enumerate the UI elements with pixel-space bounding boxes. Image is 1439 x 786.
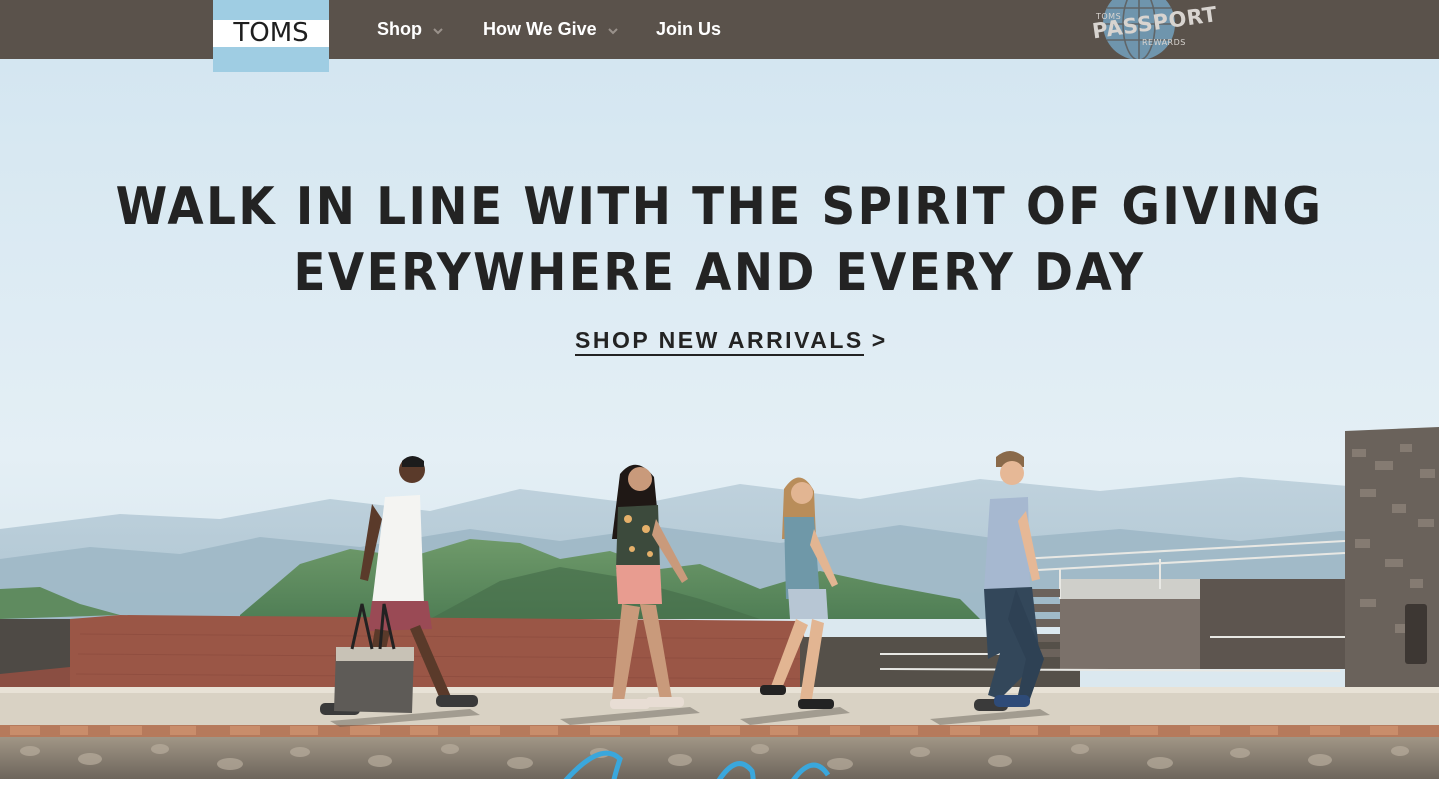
logo-wordmark: TOMS	[233, 18, 309, 48]
cta-label: SHOP NEW ARRIVALS	[575, 327, 864, 356]
hero-photo	[0, 59, 1439, 779]
hero-banner: WALK IN LINE WITH THE SPIRIT OF GIVING E…	[0, 59, 1439, 779]
nav-join-us-label: Join Us	[656, 19, 722, 39]
chevron-down-icon	[433, 27, 443, 34]
nav-join-us[interactable]: Join Us	[656, 0, 721, 59]
page-bottom-strip	[0, 779, 1439, 786]
rewards-bottom-text: REWARDS	[1142, 38, 1186, 47]
toms-logo[interactable]: TOMS	[213, 0, 329, 72]
shop-new-arrivals-link[interactable]: SHOP NEW ARRIVALS >	[575, 327, 888, 356]
nav-how-we-give[interactable]: How We Give	[483, 0, 618, 59]
nav-shop[interactable]: Shop	[377, 0, 443, 59]
nav-how-we-give-label: How We Give	[483, 19, 597, 39]
hero-headline-line-2: EVERYWHERE AND EVERY DAY	[293, 243, 1146, 303]
hero-headline-line-1: WALK IN LINE WITH THE SPIRIT OF GIVING	[115, 177, 1324, 237]
chevron-down-icon	[607, 27, 618, 34]
chevron-right-icon: >	[871, 327, 888, 353]
nav-shop-label: Shop	[377, 19, 422, 39]
